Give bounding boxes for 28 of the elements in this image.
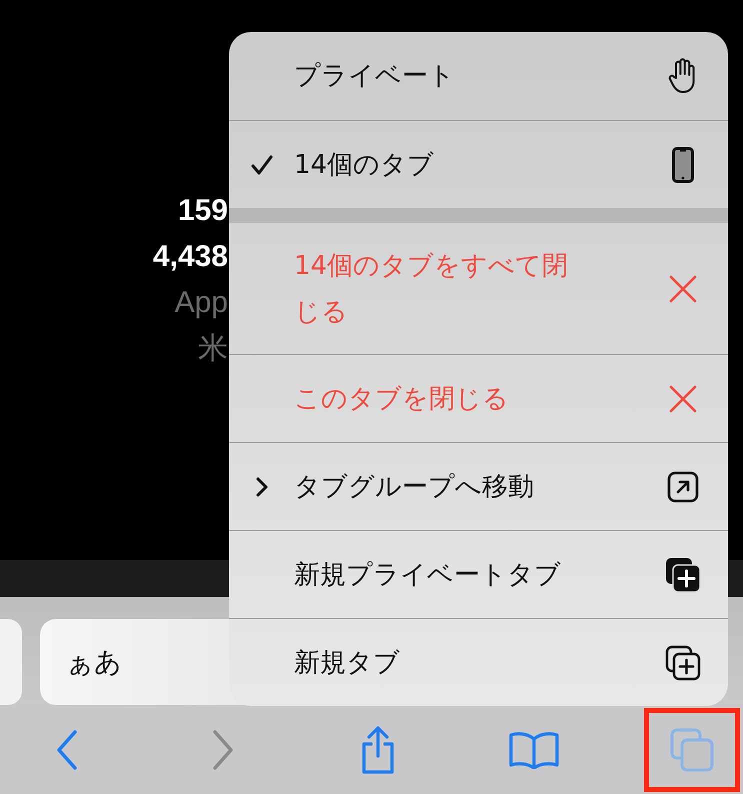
- menu-label: タブグループへ移動: [294, 470, 535, 504]
- page-text: App: [174, 285, 228, 321]
- tabs-icon: [670, 728, 714, 772]
- menu-item[interactable]: タブグループへ移動: [229, 442, 728, 530]
- arrow-square-icon: [667, 470, 699, 502]
- close-icon: [669, 274, 697, 302]
- menu-label: 14個のタブをすべて閉じる: [294, 250, 570, 328]
- page-text: 4,438: [152, 239, 228, 275]
- page-text: 米: [198, 331, 228, 367]
- chevron-left-icon: [55, 730, 79, 770]
- tabs-button[interactable]: [644, 708, 740, 792]
- menu-label: このタブを閉じる: [294, 382, 510, 416]
- book-icon: [508, 730, 558, 768]
- menu-item[interactable]: プライベート: [229, 32, 728, 120]
- new-tab-icon: [665, 644, 701, 680]
- tab-card[interactable]: [0, 619, 22, 705]
- new-tab-icon: [665, 556, 701, 592]
- phone-icon: [672, 146, 694, 182]
- menu-label: 14個のタブ: [294, 148, 436, 182]
- close-icon: [669, 384, 697, 412]
- menu-label: 新規プライベートタブ: [294, 558, 562, 592]
- page-text: 159: [178, 193, 228, 229]
- checkmark-icon: [250, 154, 272, 176]
- chevron-right-icon: [210, 730, 234, 770]
- menu-label: プライベート: [294, 60, 456, 93]
- menu-item[interactable]: 新規プライベートタブ: [229, 530, 728, 618]
- menu-item[interactable]: 新規タブ: [229, 618, 728, 706]
- chevron-icon: [254, 476, 268, 498]
